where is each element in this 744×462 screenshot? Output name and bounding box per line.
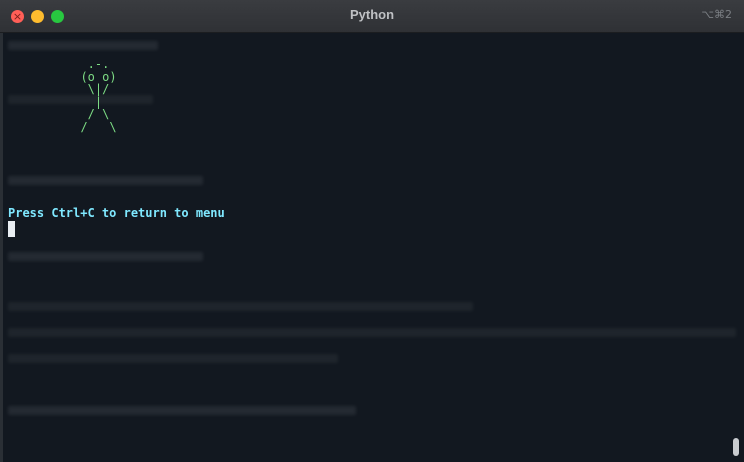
faded-text-line [8, 302, 473, 311]
faded-text-line [8, 176, 203, 185]
text-cursor [8, 221, 15, 237]
faded-text-line [8, 41, 158, 50]
window-title: Python [349, 7, 395, 22]
return-to-menu-message: Press Ctrl+C to return to menu [8, 206, 225, 220]
faded-text-line [8, 354, 338, 363]
ascii-stick-figure: .-. (o o) \|/ | / \ / \ [80, 57, 117, 134]
window-left-edge [0, 33, 3, 462]
title-bar[interactable]: × Python ⌥⌘2 [0, 0, 744, 33]
faded-text-line [8, 328, 736, 337]
scrollbar-thumb[interactable] [733, 438, 739, 456]
faded-text-line [8, 406, 356, 415]
faded-text-line [8, 252, 203, 261]
terminal-output[interactable]: .-. (o o) \|/ | / \ / \ Press Ctrl+C to … [0, 33, 744, 462]
window-shortcut-label: ⌥⌘2 [701, 8, 732, 21]
terminal-window: × Python ⌥⌘2 .-. (o o) \|/ | / \ / \ Pre… [0, 0, 744, 462]
